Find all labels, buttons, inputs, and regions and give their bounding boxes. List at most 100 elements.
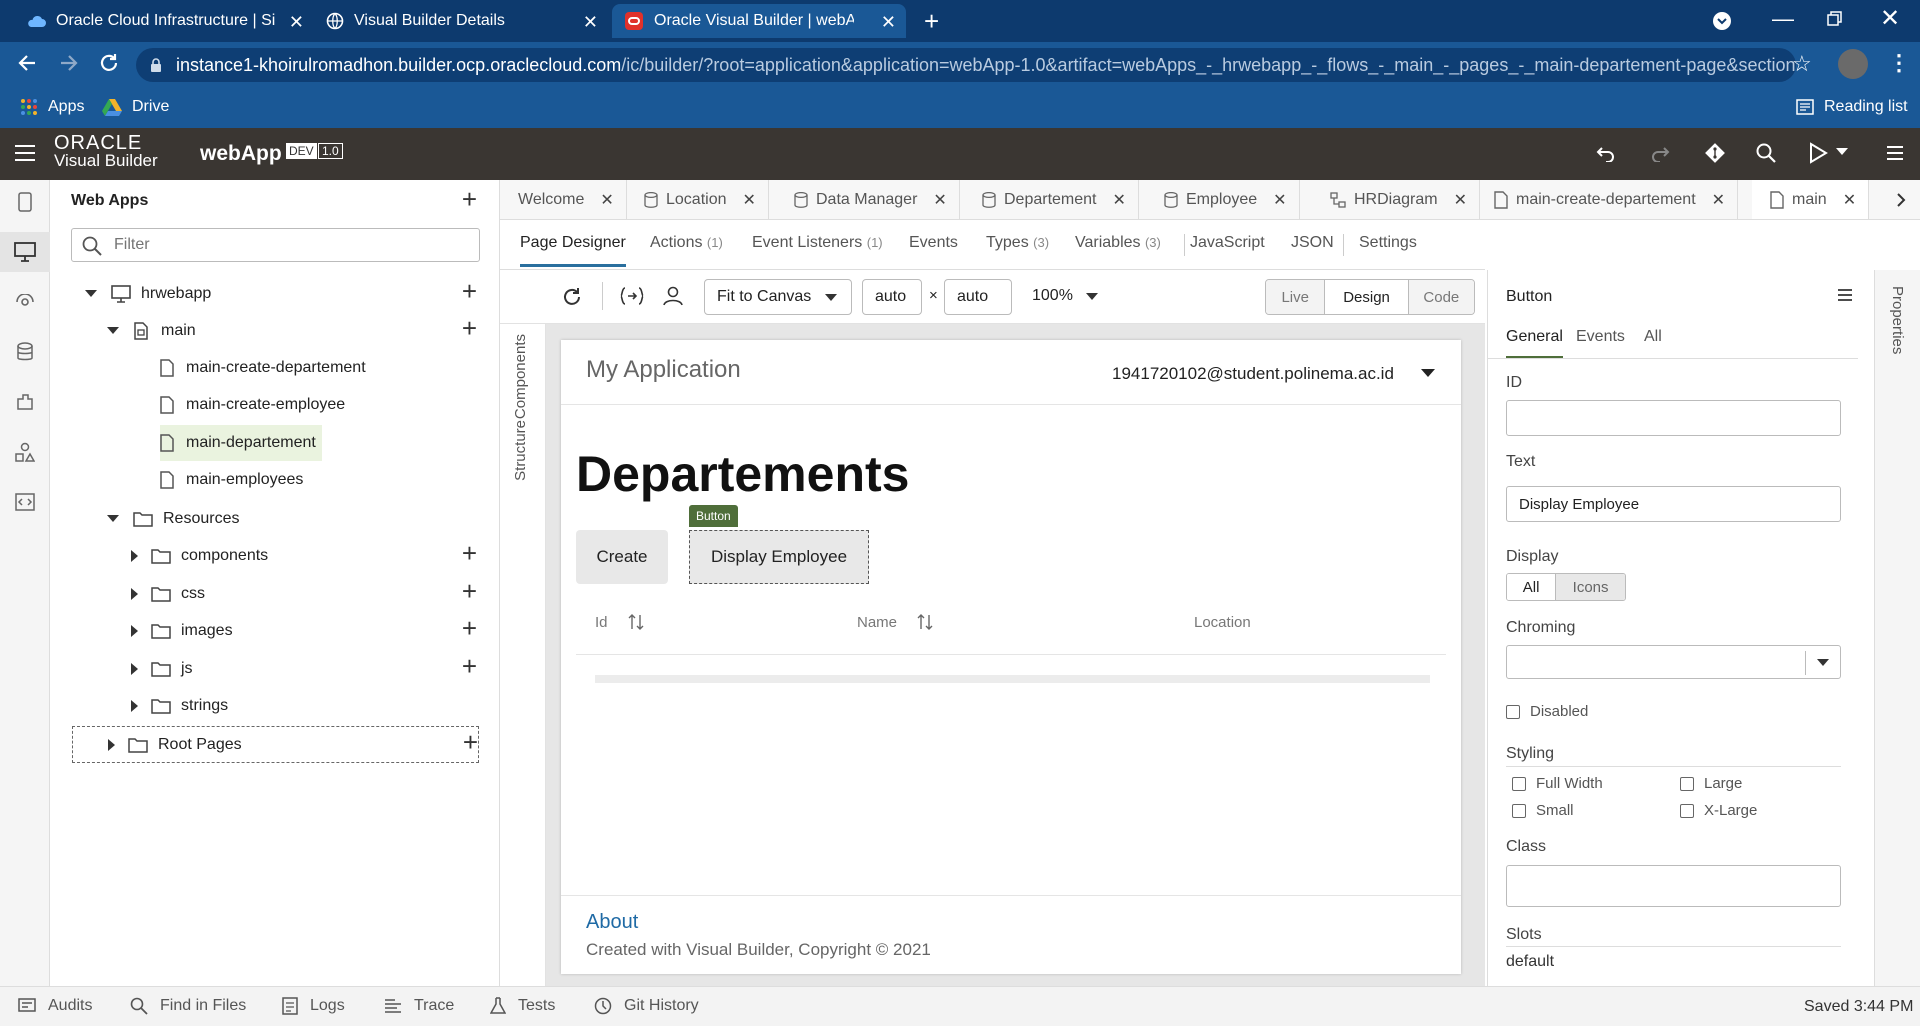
caret-right-icon[interactable] [108,739,116,751]
close-icon[interactable]: ✕ [1843,190,1856,210]
add-plus-icon[interactable]: + [462,538,477,569]
tab-data-manager[interactable]: Data Manager ✕ [776,180,960,219]
tab-events[interactable]: Events [909,234,958,252]
caret-down-icon[interactable] [85,290,97,298]
bookmark-drive[interactable]: Drive [102,98,169,116]
search-icon[interactable] [1756,143,1776,163]
minimize-icon[interactable]: — [1772,6,1794,32]
disabled-checkbox[interactable]: Disabled [1506,703,1588,720]
tree-item-hrwebapp[interactable]: hrwebapp [85,276,211,312]
bookmark-star-icon[interactable]: ☆ [1792,51,1812,77]
window-close-icon[interactable]: ✕ [1880,4,1900,33]
tree-item-page[interactable]: main-create-employee [160,387,345,423]
tab-types[interactable]: Types (3) [986,234,1049,252]
close-icon[interactable]: ✕ [289,12,304,33]
props-tab-events[interactable]: Events [1576,328,1625,346]
properties-menu-icon[interactable] [1838,288,1852,302]
full-width-checkbox[interactable]: Full Width [1512,775,1603,792]
text-input[interactable]: Display Employee [1506,486,1841,522]
large-checkbox[interactable]: Large [1680,775,1742,792]
tab-settings[interactable]: Settings [1359,234,1417,252]
trace-button[interactable]: Trace [384,997,454,1015]
caret-right-icon[interactable] [131,588,139,600]
tabs-scroll-right-icon[interactable] [1896,192,1906,208]
profile-avatar[interactable] [1838,49,1868,79]
browser-tab-vb-active[interactable]: Oracle Visual Builder | webApp-1 ✕ [612,4,906,38]
width-input[interactable]: auto [862,279,922,315]
services-icon[interactable] [0,282,50,322]
props-tab-all[interactable]: All [1644,328,1662,346]
about-link[interactable]: About [586,911,638,934]
column-header-id[interactable]: Id [595,614,608,631]
source-code-icon[interactable] [0,482,50,522]
user-menu-chevron-down-icon[interactable] [1421,369,1435,378]
close-icon[interactable]: ✕ [1454,190,1467,210]
close-icon[interactable]: ✕ [743,190,756,210]
props-tab-general[interactable]: General [1506,328,1563,359]
properties-tab[interactable]: Properties [1889,286,1906,354]
restore-icon[interactable] [1826,10,1844,28]
tree-item-resources[interactable]: Resources [107,501,239,537]
add-web-app-plus-icon[interactable]: + [462,184,477,215]
audits-button[interactable]: Audits [18,997,92,1015]
new-tab-plus-icon[interactable]: + [924,6,939,37]
tests-button[interactable]: Tests [490,997,555,1015]
close-icon[interactable]: ✕ [600,190,613,210]
variable-binding-icon[interactable] [620,287,644,305]
tree-item-page[interactable]: main-create-departement [160,350,366,386]
run-play-icon[interactable] [1808,142,1828,164]
column-header-name[interactable]: Name [857,614,897,631]
tree-item-folder[interactable]: js [131,651,193,687]
caret-right-icon[interactable] [131,663,139,675]
find-in-files-button[interactable]: Find in Files [130,997,246,1015]
tab-main[interactable]: main ✕ [1752,180,1870,219]
caret-down-icon[interactable] [107,327,119,335]
tab-variables[interactable]: Variables (3) [1075,234,1161,252]
tab-hrdiagram[interactable]: HRDiagram ✕ [1312,180,1480,219]
browser-menu-icon[interactable]: ⋮ [1888,50,1910,76]
tree-item-folder[interactable]: strings [131,688,228,724]
browser-tab-vb-details[interactable]: Visual Builder Details ✕ [314,4,608,38]
tab-json[interactable]: JSON [1291,234,1334,252]
tab-location[interactable]: Location ✕ [626,180,769,219]
user-email[interactable]: 1941720102@student.polinema.ac.id [1112,364,1394,384]
logs-button[interactable]: Logs [282,997,345,1015]
browser-tab-oci[interactable]: Oracle Cloud Infrastructure | Sign ✕ [14,4,314,38]
redo-icon[interactable] [1650,144,1670,162]
caret-down-icon[interactable] [107,515,119,523]
add-plus-icon[interactable]: + [463,727,478,758]
caret-right-icon[interactable] [131,550,139,562]
id-input[interactable] [1506,400,1841,436]
tab-departement[interactable]: Departement ✕ [964,180,1139,219]
sort-icon[interactable] [917,613,933,631]
app-menu-icon[interactable] [1886,144,1904,162]
structure-tab[interactable]: Structure [512,420,529,481]
small-checkbox[interactable]: Small [1512,802,1574,819]
close-icon[interactable]: ✕ [933,190,946,210]
tab-actions[interactable]: Actions (1) [650,234,723,252]
mode-code[interactable]: Code [1408,280,1474,314]
tree-item-folder[interactable]: css [131,576,205,612]
tab-search-icon[interactable] [1712,11,1732,31]
add-plus-icon[interactable]: + [462,613,477,644]
caret-right-icon[interactable] [131,700,139,712]
tree-item-folder[interactable]: components [131,538,268,574]
reload-icon[interactable] [98,52,120,74]
components-icon[interactable] [0,382,50,422]
hamburger-menu-icon[interactable] [14,143,36,163]
tab-javascript[interactable]: JavaScript [1190,234,1265,252]
caret-right-icon[interactable] [131,625,139,637]
refresh-icon[interactable] [561,286,583,308]
filter-input[interactable] [114,234,464,256]
close-icon[interactable]: ✕ [881,12,896,33]
bookmark-apps[interactable]: Apps [20,98,84,116]
undo-icon[interactable] [1596,144,1616,162]
x-large-checkbox[interactable]: X-Large [1680,802,1757,819]
create-button[interactable]: Create [576,530,668,584]
add-plus-icon[interactable]: + [462,576,477,607]
business-objects-icon[interactable] [0,332,50,372]
chevron-down-icon[interactable] [1086,293,1098,301]
column-header-location[interactable]: Location [1194,614,1251,631]
reading-list[interactable]: Reading list [1796,98,1908,116]
close-icon[interactable]: ✕ [1113,190,1126,210]
